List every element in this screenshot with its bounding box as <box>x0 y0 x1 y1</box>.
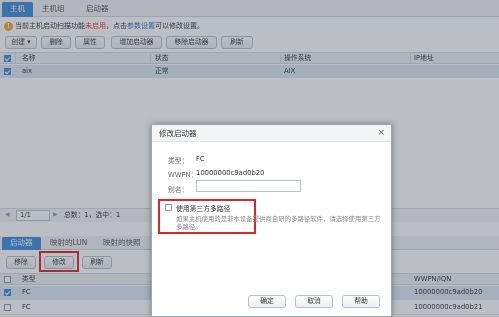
wwpn-label: WWPN： <box>168 171 198 179</box>
type-value: FC <box>196 155 205 163</box>
close-icon[interactable]: × <box>377 125 385 142</box>
thirdparty-label[interactable]: 使用第三方多路径 <box>176 203 230 213</box>
ok-button[interactable]: 确定 <box>248 295 286 308</box>
type-label: 类型： <box>168 157 189 165</box>
thirdparty-checkbox[interactable] <box>165 204 172 211</box>
alias-input[interactable] <box>196 180 301 192</box>
cancel-button[interactable]: 取消 <box>295 295 333 308</box>
help-button[interactable]: 帮助 <box>342 295 380 308</box>
modify-initiator-dialog: 修改启动器 × 类型： FC WWPN： 10000000c9ad0b20 别名… <box>151 124 392 317</box>
thirdparty-hint: 如果主机使用的是非本设备提供商自研的多路径软件，请选择使用第三方多路径。 <box>176 215 381 231</box>
alias-label: 别名： <box>168 186 189 194</box>
wwpn-value: 10000000c9ad0b20 <box>196 169 265 177</box>
dialog-title: 修改启动器 <box>159 129 197 138</box>
dialog-title-bar: 修改启动器 × <box>152 125 391 142</box>
